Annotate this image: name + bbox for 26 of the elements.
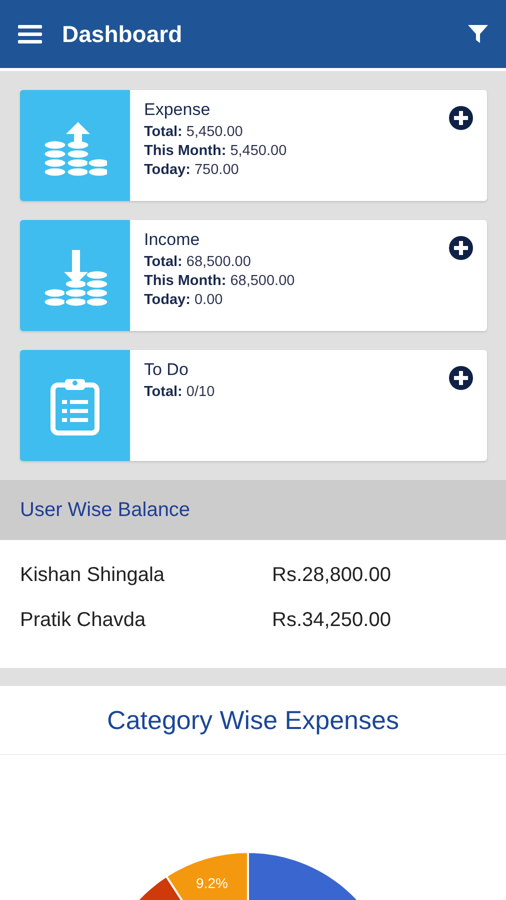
summary-card[interactable]: To Do Total: 0/10 — [20, 350, 487, 461]
chart-title: Category Wise Expenses — [107, 704, 399, 736]
card-stat: Total: 5,450.00 — [144, 124, 244, 140]
card-title: Income — [144, 230, 201, 250]
add-icon[interactable] — [449, 236, 473, 260]
filter-icon[interactable] — [468, 24, 488, 44]
summary-card[interactable]: Expense Total: 5,450.00 This Month: 5,450.00 Today: 750.00 — [20, 90, 487, 201]
card-title: To Do — [144, 360, 190, 380]
add-icon[interactable] — [449, 366, 473, 390]
card-stat: Total: 0/10 — [144, 384, 216, 400]
section-title: User Wise Balance — [20, 498, 190, 522]
user-balance: Rs.34,250.00 — [272, 609, 392, 632]
card-stat: Today: 0.00 — [144, 292, 224, 308]
card-stat: Total: 68,500.00 — [144, 254, 252, 270]
card-stat: This Month: 5,450.00 — [144, 143, 288, 159]
menu-icon[interactable] — [18, 24, 42, 44]
user-name: Pratik Chavda — [20, 609, 147, 632]
card-title: Expense — [144, 100, 212, 120]
summary-card[interactable]: Income Total: 68,500.00 This Month: 68,500.00 Today: 0.00 — [20, 220, 487, 331]
user-balance: Rs.28,800.00 — [272, 564, 392, 587]
add-icon[interactable] — [449, 106, 473, 130]
card-stat: Today: 750.00 — [144, 162, 240, 178]
card-stat: This Month: 68,500.00 — [144, 273, 296, 289]
screen-title: Dashboard — [62, 20, 184, 48]
user-name: Kishan Shingala — [20, 564, 166, 587]
slice-label: 9.2% — [196, 875, 228, 891]
